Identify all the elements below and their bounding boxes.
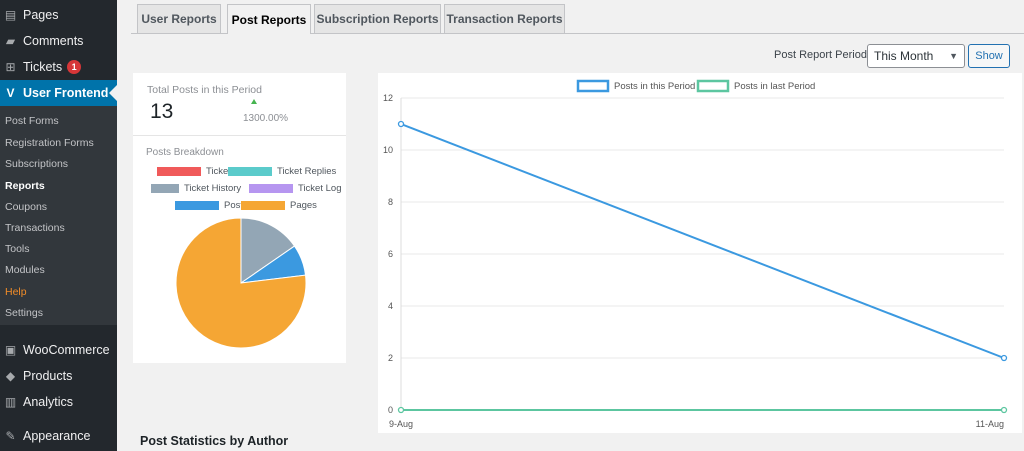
y-tick-label: 2	[388, 353, 393, 363]
pages-icon: ▤	[4, 8, 17, 22]
menu-appearance-label: Appearance	[23, 429, 91, 443]
period-label: Post Report Period:	[774, 49, 870, 61]
woocommerce-icon: ▣	[4, 343, 17, 357]
y-tick-label: 0	[388, 405, 393, 415]
legend-swatch	[241, 201, 285, 210]
tickets-icon: ⊞	[5, 60, 16, 74]
menu-comments[interactable]: ▰ Comments	[0, 28, 117, 54]
menu-products-label: Products	[23, 369, 73, 383]
y-tick-label: 8	[388, 197, 393, 207]
period-select[interactable]: This Month ▼	[867, 44, 965, 68]
card-divider	[133, 135, 346, 136]
submenu-coupons[interactable]: Coupons	[5, 201, 47, 213]
tab-transaction-reports[interactable]: Transaction Reports	[444, 4, 565, 33]
menu-user-frontend-label: User Frontend	[23, 86, 109, 100]
posts-summary-card: Total Posts in this Period 13 1300.00% P…	[133, 73, 346, 363]
series-line-posts-in-this-period	[400, 123, 1005, 359]
tab-subscription-reports[interactable]: Subscription Reports	[314, 4, 441, 33]
total-posts-value: 13	[150, 100, 174, 123]
legend-label: Ticket History	[184, 183, 242, 194]
tab-user-reports[interactable]: User Reports	[137, 4, 221, 33]
legend-swatch	[175, 201, 219, 210]
submenu-help[interactable]: Help	[5, 286, 27, 298]
submenu-settings[interactable]: Settings	[5, 307, 43, 319]
period-selected-value: This Month	[874, 49, 934, 63]
menu-pages[interactable]: ▤ Pages	[0, 2, 117, 28]
submenu-reports[interactable]: Reports	[5, 180, 45, 192]
user-frontend-icon: V	[6, 86, 15, 100]
data-point-posts-in-last-period[interactable]	[397, 406, 405, 414]
y-tick-label: 12	[383, 93, 393, 103]
submenu-post-forms[interactable]: Post Forms	[5, 115, 59, 127]
admin-sidebar: ▤ Pages ▰ Comments ⊞ Tickets 1 V User Fr…	[0, 0, 117, 451]
data-point-posts-in-this-period[interactable]	[397, 120, 405, 128]
menu-comments-label: Comments	[23, 34, 84, 48]
submenu-transactions[interactable]: Transactions	[5, 222, 65, 234]
submenu-tools[interactable]: Tools	[5, 243, 30, 255]
submenu-subscriptions[interactable]: Subscriptions	[5, 158, 68, 170]
user-frontend-submenu: Post Forms Registration Forms Subscripti…	[0, 106, 117, 325]
legend-item-ticket-log[interactable]: Ticket Log	[249, 183, 341, 194]
y-tick-label: 10	[383, 145, 393, 155]
legend-swatch	[228, 167, 272, 176]
legend-swatch	[157, 167, 201, 176]
legend-item-posts[interactable]: Posts	[175, 200, 248, 211]
legend-label: Pages	[290, 200, 317, 211]
trend-percentage: 1300.00%	[243, 113, 289, 124]
legend-item-ticket-replies[interactable]: Ticket Replies	[228, 166, 336, 177]
x-tick-label: 9-Aug	[389, 419, 413, 429]
menu-products[interactable]: ◆ Products	[0, 363, 117, 389]
menu-pages-label: Pages	[23, 8, 59, 22]
tickets-count-badge: 1	[67, 60, 82, 74]
analytics-icon: ▥	[4, 395, 17, 409]
show-button[interactable]: Show	[968, 44, 1010, 68]
legend-swatch	[249, 184, 293, 193]
breakdown-title: Posts Breakdown	[146, 147, 224, 158]
y-tick-label: 6	[388, 249, 393, 259]
report-tabs: User Reports Post Reports Subscription R…	[131, 4, 1024, 34]
submenu-modules[interactable]: Modules	[5, 264, 45, 276]
legend-swatch	[576, 79, 610, 93]
chevron-down-icon: ▼	[949, 51, 958, 61]
products-icon: ◆	[5, 369, 16, 383]
menu-analytics-label: Analytics	[23, 395, 74, 409]
comments-icon: ▰	[5, 34, 16, 48]
menu-analytics[interactable]: ▥ Analytics	[0, 389, 117, 415]
appearance-icon: ✎	[5, 429, 16, 443]
x-tick-label: 11-Aug	[976, 419, 1004, 429]
legend-label[interactable]: Posts in this Period	[614, 81, 695, 92]
menu-appearance[interactable]: ✎ Appearance	[0, 423, 117, 449]
data-point-posts-in-this-period[interactable]	[1000, 354, 1008, 362]
author-stats-heading: Post Statistics by Author	[140, 434, 289, 448]
total-posts-label: Total Posts in this Period	[147, 84, 262, 96]
menu-woocommerce-label: WooCommerce	[23, 343, 110, 357]
legend-label[interactable]: Posts in last Period	[734, 81, 815, 92]
posts-line-chart: 0 2 4 6 8 10 12 9-Aug 11-Aug Posts in this Period…	[383, 79, 1008, 429]
legend-item-tickets[interactable]: Tickets	[157, 166, 236, 177]
menu-user-frontend[interactable]: V User Frontend	[0, 80, 117, 106]
data-point-posts-in-last-period[interactable]	[1000, 406, 1008, 414]
tab-post-reports[interactable]: Post Reports	[227, 4, 311, 34]
menu-woocommerce[interactable]: ▣ WooCommerce	[0, 337, 117, 363]
posts-breakdown-pie-chart	[175, 217, 307, 349]
posts-line-chart-card: 0 2 4 6 8 10 12 9-Aug 11-Aug Posts in this Period…	[378, 73, 1022, 433]
y-tick-label: 4	[388, 301, 393, 311]
trend-up-icon	[251, 99, 257, 104]
submenu-registration-forms[interactable]: Registration Forms	[5, 137, 94, 149]
legend-swatch	[151, 184, 179, 193]
menu-tickets-label: Tickets	[23, 60, 63, 74]
legend-item-pages[interactable]: Pages	[241, 200, 317, 211]
menu-tickets[interactable]: ⊞ Tickets 1	[0, 54, 117, 80]
legend-label: Ticket Log	[298, 183, 342, 194]
legend-swatch	[696, 79, 730, 93]
legend-label: Ticket Replies	[277, 166, 337, 177]
legend-item-ticket-history[interactable]: Ticket History	[151, 183, 241, 194]
